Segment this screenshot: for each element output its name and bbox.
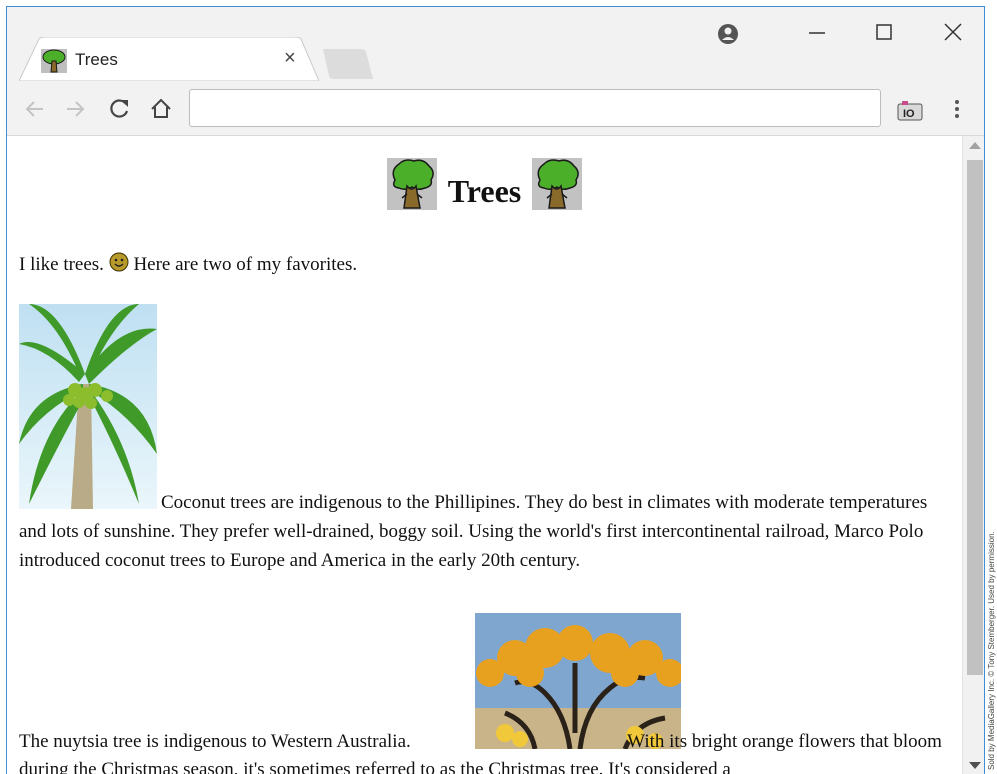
tab-strip: Trees × <box>7 7 984 81</box>
maximize-icon[interactable] <box>863 15 903 49</box>
nuytsia-text-before: The nuytsia tree is indigenous to Wester… <box>19 731 411 752</box>
tab-trees[interactable]: Trees × <box>19 37 319 81</box>
svg-text:IO: IO <box>903 108 915 120</box>
photo-credit-text: Sold by MediaGallery Inc. © Tony Stember… <box>987 531 996 770</box>
tree-icon <box>41 49 67 73</box>
tree-icon <box>531 158 582 210</box>
browser-window: Trees × IO Trees I like trees. Here are … <box>6 6 985 774</box>
arrow-left-icon[interactable] <box>21 95 49 123</box>
minimize-icon[interactable] <box>797 15 837 49</box>
page-title: Trees <box>447 173 522 209</box>
intro-text-before: I like trees. <box>19 254 109 275</box>
home-icon[interactable] <box>147 95 175 123</box>
camera-icon[interactable]: IO <box>897 99 923 121</box>
scroll-thumb[interactable] <box>967 160 983 675</box>
page-heading-row: Trees <box>7 158 962 210</box>
toolbar: IO <box>7 81 984 136</box>
smiley-icon <box>109 252 129 272</box>
intro-paragraph: I like trees. Here are two of my favorit… <box>19 252 357 276</box>
intro-text-after: Here are two of my favorites. <box>128 254 358 275</box>
scroll-down-arrow-icon[interactable] <box>969 762 981 769</box>
photo-credit: Sold by MediaGallery Inc. © Tony Stember… <box>986 450 997 770</box>
image-spacer <box>411 746 623 747</box>
tree-icon <box>387 158 438 210</box>
close-icon[interactable] <box>933 15 973 49</box>
new-tab-button[interactable] <box>323 49 373 79</box>
arrow-right-icon[interactable] <box>61 95 89 123</box>
reload-icon[interactable] <box>105 95 133 123</box>
account-circle-icon[interactable] <box>717 23 739 45</box>
coconut-tree-image <box>19 304 157 509</box>
address-bar[interactable] <box>189 89 881 127</box>
tab-title: Trees <box>75 50 118 69</box>
vertical-scrollbar[interactable] <box>962 136 984 774</box>
scroll-up-arrow-icon[interactable] <box>969 142 981 149</box>
coconut-paragraph: Coconut trees are indigenous to the Phil… <box>19 492 928 571</box>
kebab-menu-icon[interactable] <box>949 95 965 123</box>
page-viewport: Trees I like trees. Here are two of my f… <box>7 136 962 774</box>
nuytsia-paragraph: The nuytsia tree is indigenous to Wester… <box>19 728 954 774</box>
tab-close-icon[interactable]: × <box>284 47 296 70</box>
